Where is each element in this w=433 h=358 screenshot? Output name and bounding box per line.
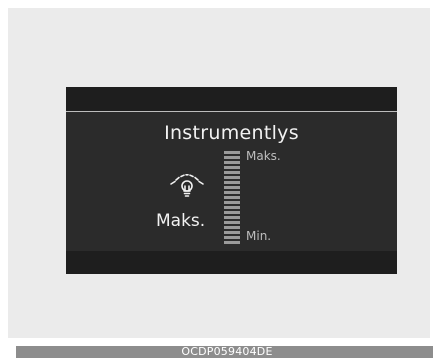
brightness-level-bar: [224, 151, 240, 245]
level-segment: [224, 221, 240, 224]
instrument-illumination-icon: [170, 174, 204, 197]
figure-caption-bar: OCDP059404DE: [16, 346, 433, 358]
level-segment: [224, 211, 240, 214]
level-segment: [224, 186, 240, 189]
level-segment: [224, 176, 240, 179]
scale-max-label: Maks.: [246, 149, 281, 163]
level-segment: [224, 206, 240, 209]
level-segment: [224, 166, 240, 169]
level-segment: [224, 236, 240, 239]
level-segment: [224, 201, 240, 204]
figure-code: OCDP059404DE: [181, 346, 273, 358]
figure-panel: Instrumentlys Maks. Maks. Min. OCDP05940…: [8, 8, 433, 358]
level-segment: [224, 216, 240, 219]
level-segment: [224, 226, 240, 229]
level-segment: [224, 161, 240, 164]
display-top-band: [66, 87, 397, 111]
level-segment: [224, 156, 240, 159]
level-segment: [224, 196, 240, 199]
current-level-value: Maks.: [156, 211, 206, 231]
level-segment: [224, 231, 240, 234]
level-segment: [224, 171, 240, 174]
level-segment: [224, 241, 240, 244]
menu-title: Instrumentlys: [164, 122, 299, 144]
level-segment: [224, 151, 240, 154]
level-segment: [224, 191, 240, 194]
display-bottom-band: [66, 251, 397, 274]
cluster-display: Instrumentlys Maks. Maks. Min.: [66, 87, 397, 274]
level-segment: [224, 181, 240, 184]
scale-min-label: Min.: [246, 229, 272, 243]
